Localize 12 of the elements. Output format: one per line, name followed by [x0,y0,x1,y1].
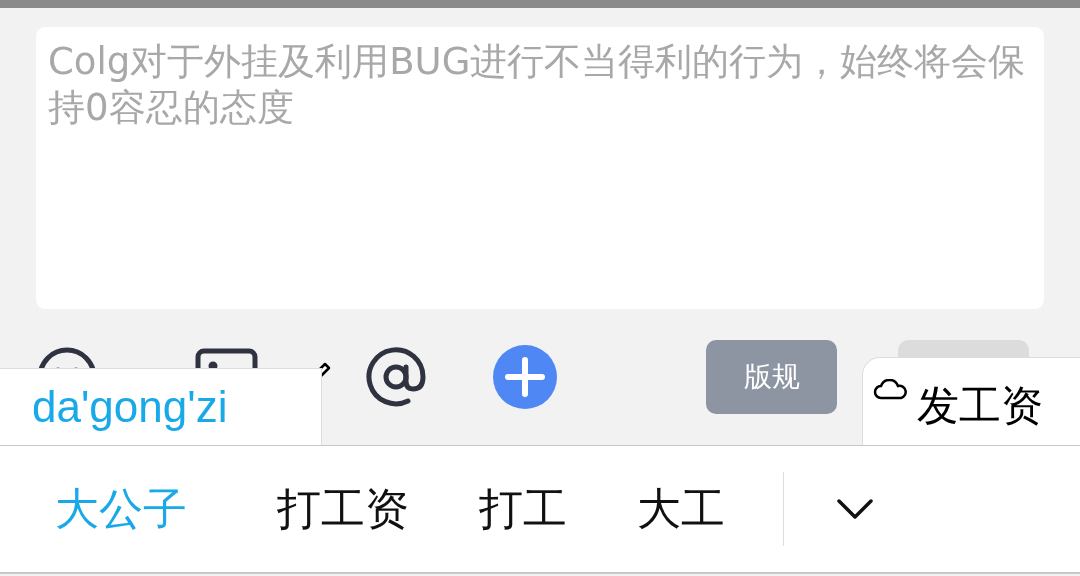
cloud-suggestion[interactable]: 发工资 [862,357,1080,445]
candidate-word[interactable]: 打工资 [277,479,409,539]
cloud-icon [873,378,909,401]
image-icon[interactable] [195,348,258,369]
pinyin-text: da'gong'zi [32,382,228,432]
candidate-word[interactable]: 大工 [637,479,725,539]
comment-input-field[interactable]: Colg对于外挂及利用BUG进行不当得利的行为，始终将会保持0容忍的态度 [36,27,1044,309]
candidate-word[interactable]: 打工 [479,479,567,539]
chevron-down-icon[interactable] [836,498,874,520]
at-sign-icon[interactable] [364,345,428,409]
add-icon[interactable] [493,345,557,409]
smiley-icon[interactable] [36,346,98,369]
